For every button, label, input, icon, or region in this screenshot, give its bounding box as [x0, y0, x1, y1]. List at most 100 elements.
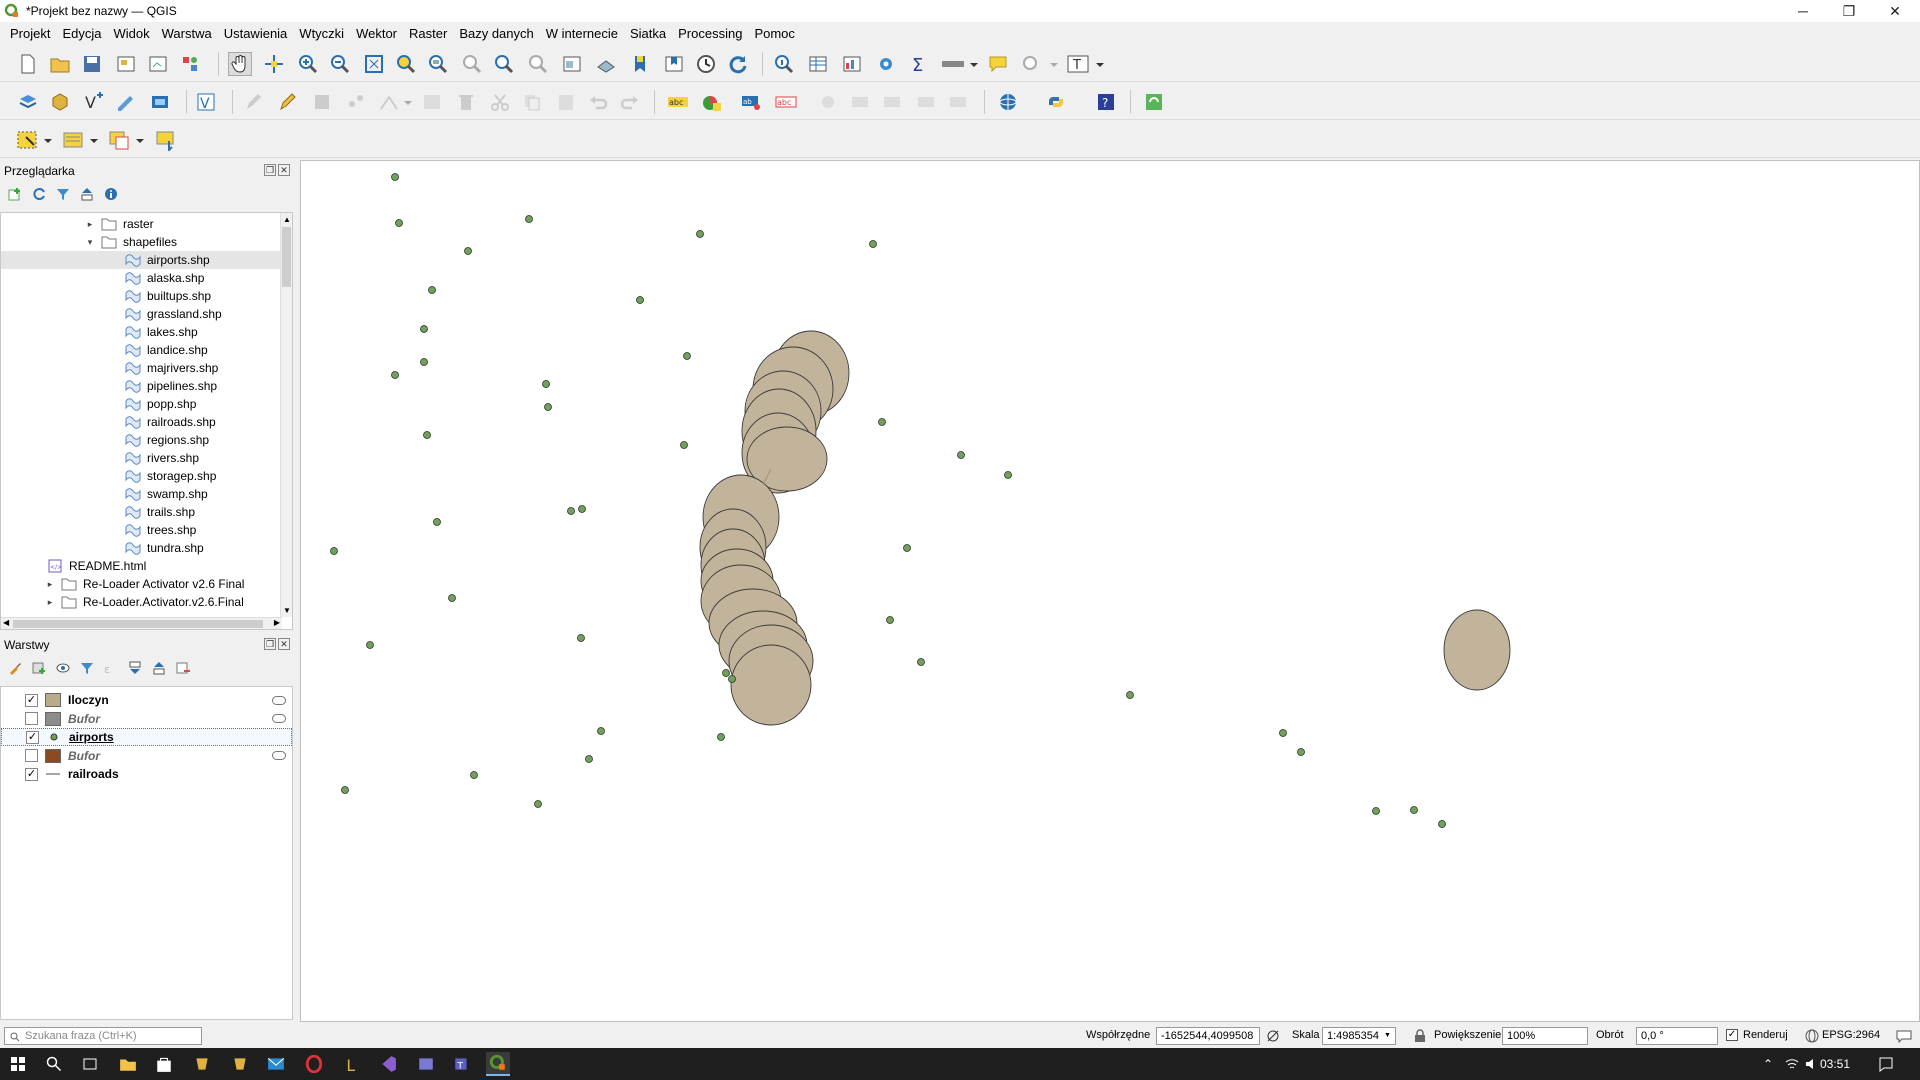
- browser-item-railroads-shp[interactable]: railroads.shp: [1, 413, 281, 431]
- pin-labels-button[interactable]: ab: [740, 90, 764, 114]
- move-label-button[interactable]: [816, 90, 840, 114]
- menu-raster[interactable]: Raster: [403, 26, 453, 41]
- layout-manager-button[interactable]: [146, 52, 170, 76]
- lock-icon[interactable]: [1414, 1029, 1426, 1043]
- render-checkbox[interactable]: ✓: [1726, 1029, 1738, 1041]
- change-label-button[interactable]: [880, 90, 904, 114]
- help-button[interactable]: ?: [1094, 90, 1118, 114]
- undo-button[interactable]: [586, 90, 610, 114]
- zoom-to-layer-button[interactable]: [426, 52, 450, 76]
- qgis-task-button-1[interactable]: [190, 1052, 214, 1076]
- clock-time[interactable]: 03:51: [1820, 1057, 1850, 1071]
- browser-item-lakes-shp[interactable]: lakes.shp: [1, 323, 281, 341]
- browser-item-trails-shp[interactable]: trails.shp: [1, 503, 281, 521]
- browser-item-builtups-shp[interactable]: builtups.shp: [1, 287, 281, 305]
- filter-expression-button[interactable]: ε: [102, 659, 120, 677]
- zoom-out-button[interactable]: [328, 52, 352, 76]
- menu-ustawienia[interactable]: Ustawienia: [218, 26, 294, 41]
- new-temp-layer-button[interactable]: [114, 90, 138, 114]
- browser-item-readme-html[interactable]: </> README.html: [1, 557, 281, 575]
- deselect-all-button[interactable]: [108, 128, 148, 152]
- zoom-native-button[interactable]: [460, 52, 484, 76]
- temporal-controller-button[interactable]: [694, 52, 718, 76]
- layer-visibility-checkbox[interactable]: ✓: [25, 767, 38, 781]
- browser-item-pipelines-shp[interactable]: pipelines.shp: [1, 377, 281, 395]
- new-project-button[interactable]: [16, 52, 40, 76]
- teams-button[interactable]: T: [450, 1052, 474, 1076]
- zoom-in-button[interactable]: [296, 52, 320, 76]
- delete-selected-button[interactable]: [454, 90, 478, 114]
- close-panel-button[interactable]: ✕: [278, 638, 290, 650]
- cut-features-button[interactable]: [488, 90, 512, 114]
- statistics-button[interactable]: [840, 52, 864, 76]
- messages-icon[interactable]: [1896, 1029, 1912, 1043]
- plugin-reloader-button[interactable]: [1142, 90, 1166, 114]
- scroll-right-arrow-icon[interactable]: ▶: [274, 618, 280, 627]
- scroll-up-arrow-icon[interactable]: ▲: [283, 215, 291, 224]
- menu-processing[interactable]: Processing: [672, 26, 748, 41]
- zoom-full-button[interactable]: [362, 52, 386, 76]
- browser-item-popp-shp[interactable]: popp.shp: [1, 395, 281, 413]
- menu-siatka[interactable]: Siatka: [624, 26, 672, 41]
- crs-globe-icon[interactable]: [1805, 1029, 1819, 1043]
- collapse-all-button[interactable]: [78, 185, 96, 203]
- open-layer-styling-button[interactable]: [6, 659, 24, 677]
- toggle-editing-button[interactable]: [276, 90, 300, 114]
- browser-item-swamp-shp[interactable]: swamp.shp: [1, 485, 281, 503]
- expand-arrow-right-icon[interactable]: ▸: [45, 579, 55, 590]
- copy-features-button[interactable]: [520, 90, 544, 114]
- menu-widok[interactable]: Widok: [108, 26, 156, 41]
- zoom-last-button[interactable]: [492, 52, 516, 76]
- virtual-layer-button[interactable]: V: [194, 90, 218, 114]
- start-button[interactable]: [6, 1052, 30, 1076]
- menu-wektor[interactable]: Wektor: [350, 26, 403, 41]
- close-button[interactable]: ✕: [1872, 0, 1918, 22]
- task-view-button[interactable]: [78, 1052, 102, 1076]
- select-features-button[interactable]: [16, 128, 56, 152]
- add-wms-button[interactable]: [148, 90, 172, 114]
- browser-item-landice-shp[interactable]: landice.shp: [1, 341, 281, 359]
- add-geopackage-button[interactable]: [48, 90, 72, 114]
- show-bookmarks-button[interactable]: [662, 52, 686, 76]
- browser-horizontal-scrollbar[interactable]: ◀ ▶: [1, 617, 282, 629]
- expand-all-button[interactable]: [126, 659, 144, 677]
- layer-feature-count-icon[interactable]: [272, 751, 286, 760]
- menu-pomoc[interactable]: Pomoc: [748, 26, 800, 41]
- notifications-button[interactable]: [1874, 1052, 1898, 1076]
- open-project-button[interactable]: [48, 52, 72, 76]
- toolbox-button[interactable]: [874, 52, 898, 76]
- field-calculator-button[interactable]: Σ: [906, 52, 930, 76]
- qgis-active-task-button[interactable]: [486, 1052, 510, 1076]
- redo-button[interactable]: [618, 90, 642, 114]
- style-manager-button[interactable]: [178, 52, 202, 76]
- layer-row-bufor[interactable]: Bufor: [1, 747, 292, 765]
- scroll-left-arrow-icon[interactable]: ◀: [3, 618, 9, 627]
- crs-label[interactable]: EPSG:2964: [1822, 1029, 1880, 1041]
- magnifier-field[interactable]: 100%: [1502, 1027, 1588, 1045]
- layer-row-airports[interactable]: ✓ airports: [1, 728, 292, 746]
- restore-button[interactable]: ❐: [1826, 0, 1872, 22]
- add-feature-button[interactable]: [344, 90, 368, 114]
- search-taskbar-button[interactable]: [42, 1052, 66, 1076]
- layer-row-railroads[interactable]: ✓ railroads: [1, 765, 292, 783]
- properties-button[interactable]: [102, 185, 120, 203]
- new-3d-view-button[interactable]: [594, 52, 618, 76]
- select-by-value-button[interactable]: [62, 128, 102, 152]
- file-explorer-button[interactable]: [116, 1052, 140, 1076]
- measure-button[interactable]: [940, 52, 980, 76]
- globe-plugin-button[interactable]: [996, 90, 1020, 114]
- new-map-view-button[interactable]: [560, 52, 584, 76]
- expand-arrow-right-icon[interactable]: ▸: [45, 597, 55, 608]
- mail-button[interactable]: [264, 1052, 288, 1076]
- zoom-next-button[interactable]: [526, 52, 550, 76]
- current-edits-button[interactable]: [242, 90, 266, 114]
- python-console-button[interactable]: [1044, 90, 1068, 114]
- float-panel-button[interactable]: ❐: [264, 164, 276, 176]
- layer-visibility-checkbox[interactable]: ✓: [26, 730, 39, 744]
- rotation-field[interactable]: 0,0 °: [1636, 1027, 1718, 1045]
- zoom-to-selection-button[interactable]: [394, 52, 418, 76]
- scale-dropdown-arrow-icon[interactable]: ▼: [1384, 1032, 1391, 1039]
- coordinates-field[interactable]: -1652544,4099508: [1156, 1027, 1260, 1045]
- layer-visibility-checkbox[interactable]: [25, 749, 38, 762]
- show-hide-labels-button[interactable]: abc: [774, 90, 798, 114]
